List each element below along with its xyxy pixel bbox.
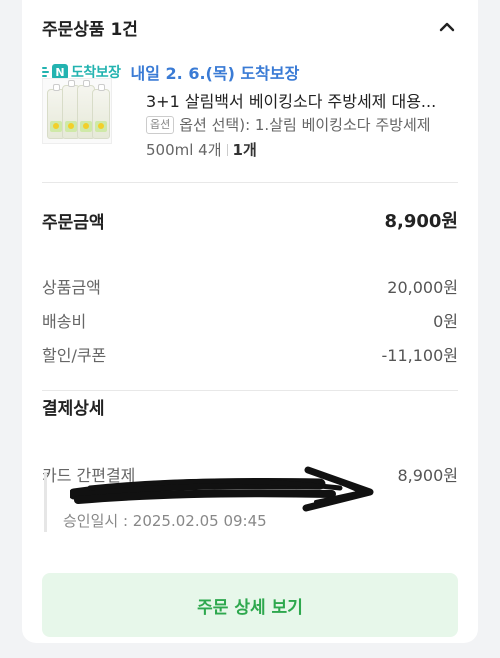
amount-value: -11,100원 xyxy=(381,346,458,365)
option-tag: 옵션 xyxy=(146,116,175,134)
order-total-value: 8,900원 xyxy=(384,211,459,232)
option-text: 옵션 선택): 1.살림 베이킹소다 주방세제 500ml 4개 xyxy=(146,116,431,159)
product-quantity: 1개 xyxy=(232,141,257,159)
order-total-row: 주문금액 8,900원 xyxy=(42,206,458,234)
product-option: 옵션 옵션 선택): 1.살림 베이킹소다 주방세제 500ml 4개 1개 xyxy=(146,113,476,163)
amount-row-shipping: 배송비 0원 xyxy=(42,308,458,332)
speed-lines-icon xyxy=(42,67,49,77)
chevron-up-icon[interactable] xyxy=(436,16,458,38)
order-detail-button[interactable]: 주문 상세 보기 xyxy=(42,573,458,637)
product-thumbnail[interactable] xyxy=(42,78,112,144)
amount-row-product: 상품금액 20,000원 xyxy=(42,274,458,298)
payment-details-title: 결제상세 xyxy=(42,399,105,419)
redaction-scribble xyxy=(70,466,374,512)
order-items-header[interactable]: 주문상품 1건 xyxy=(42,12,458,42)
quantity-divider xyxy=(226,144,228,156)
amount-label: 배송비 xyxy=(42,312,87,331)
amount-row-discount: 할인/쿠폰 -11,100원 xyxy=(42,342,458,366)
order-items-title: 주문상품 1건 xyxy=(42,19,138,40)
amount-label: 할인/쿠폰 xyxy=(42,346,107,365)
order-total-label: 주문금액 xyxy=(42,212,105,233)
approval-datetime: 승인일시 : 2025.02.05 09:45 xyxy=(63,512,267,530)
divider xyxy=(42,390,458,391)
amount-value: 0원 xyxy=(433,312,458,331)
divider xyxy=(42,182,458,183)
amount-value: 20,000원 xyxy=(387,278,458,297)
payment-method-value: 8,900원 xyxy=(397,466,458,485)
product-name[interactable]: 3+1 살림백서 베이킹소다 주방세제 대용... xyxy=(146,88,476,112)
amount-label: 상품금액 xyxy=(42,278,101,297)
product-item[interactable]: 3+1 살림백서 베이킹소다 주방세제 대용... 옵션 옵션 선택): 1.살림… xyxy=(42,78,462,159)
order-card: 주문상품 1건 N 도착보장 내일 2. 6.(목) 도착보장 3+1 살림백서… xyxy=(22,0,478,643)
